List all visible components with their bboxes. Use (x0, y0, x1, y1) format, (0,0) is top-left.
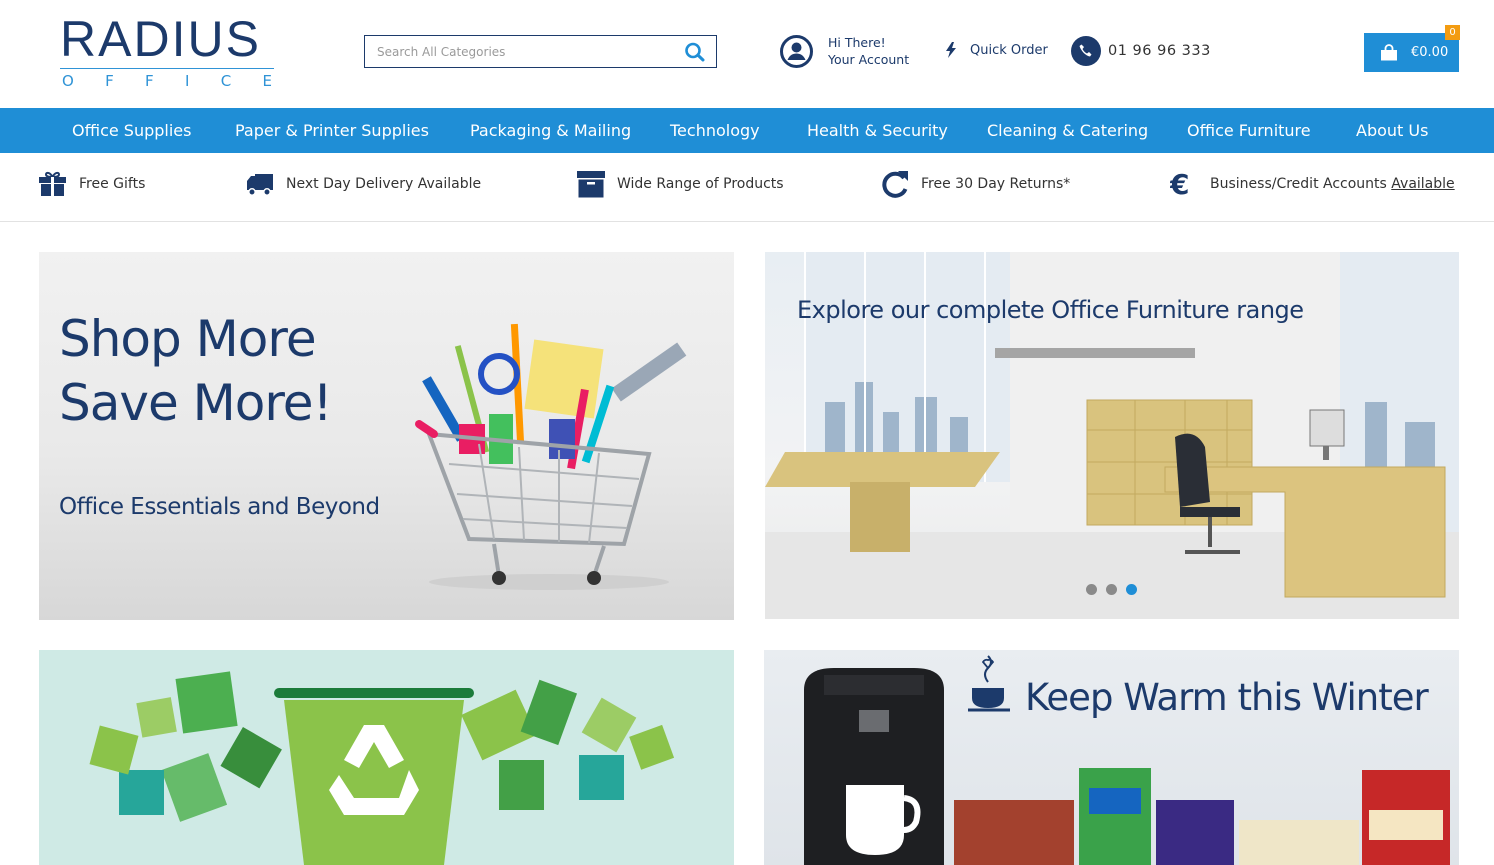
carousel-dot[interactable] (1086, 584, 1097, 595)
nav-item-technology[interactable]: Technology (670, 108, 760, 153)
user-icon (780, 34, 813, 68)
logo-letter: E (262, 72, 272, 90)
search-box (364, 35, 717, 68)
nav-item-office-furniture[interactable]: Office Furniture (1187, 108, 1311, 153)
main-nav: Office Supplies Paper & Printer Supplies… (0, 108, 1494, 153)
banner-shop-line2: Save More! (59, 374, 333, 432)
truck-icon (247, 174, 273, 196)
usp-returns-label: Free 30 Day Returns* (921, 176, 1071, 192)
quick-order-label: Quick Order (970, 42, 1048, 58)
logo-letter: F (105, 72, 114, 90)
shopping-cart-illustration (415, 323, 687, 590)
logo-divider (60, 68, 274, 69)
banner-recycling[interactable] (39, 650, 734, 865)
account-label: Your Account (828, 52, 910, 67)
logo-sub-text: O F F I C E (60, 72, 272, 90)
usp-free-gifts[interactable]: Free Gifts (38, 167, 145, 201)
usp-accounts-link[interactable]: Available (1391, 176, 1454, 192)
logo-main-text: RADIUS (60, 11, 261, 67)
nav-item-about-us[interactable]: About Us (1356, 108, 1428, 153)
account-link[interactable]: Hi There! Your Account (780, 34, 909, 68)
banner-shop-line1: Shop More (59, 310, 317, 368)
carousel-dot[interactable] (1106, 584, 1117, 595)
header: RADIUS O F F I C E Hi There! Your Accoun… (0, 0, 1494, 108)
phone-number: 01 96 96 333 (1108, 43, 1211, 59)
logo-letter: C (220, 72, 232, 90)
logo-letter: I (184, 72, 190, 90)
shopping-bag-icon (1381, 44, 1397, 61)
banner-shop-more[interactable]: Shop More Save More! Office Essentials a… (39, 252, 734, 620)
phone-icon (1071, 36, 1101, 66)
usp-delivery-label: Next Day Delivery Available (286, 176, 482, 192)
cart-total: €0.00 (1411, 45, 1449, 60)
phone-contact[interactable]: 01 96 96 333 (1071, 36, 1211, 66)
nav-item-packaging-mailing[interactable]: Packaging & Mailing (470, 108, 631, 153)
quick-order-link[interactable]: Quick Order (946, 42, 1048, 58)
usp-business-accounts: € Business/Credit Accounts Available (1170, 167, 1455, 201)
svg-text:€: € (1170, 170, 1189, 198)
account-text: Hi There! Your Account (828, 34, 909, 68)
nav-item-paper-printer[interactable]: Paper & Printer Supplies (235, 108, 429, 153)
archive-box-icon (577, 170, 605, 197)
euro-icon: € (1170, 170, 1189, 198)
usp-next-day-delivery[interactable]: Next Day Delivery Available (246, 167, 481, 201)
usp-range-label: Wide Range of Products (617, 176, 784, 192)
banner-office-furniture[interactable]: Explore our complete Office Furniture ra… (765, 252, 1459, 619)
nav-item-cleaning-catering[interactable]: Cleaning & Catering (987, 108, 1148, 153)
usp-free-gifts-label: Free Gifts (79, 176, 146, 192)
logo[interactable]: RADIUS O F F I C E (60, 14, 280, 92)
usp-wide-range[interactable]: Wide Range of Products (577, 167, 784, 201)
usp-free-returns[interactable]: Free 30 Day Returns* (881, 167, 1070, 201)
account-greeting: Hi There! (828, 35, 886, 50)
lightning-icon (946, 42, 956, 58)
banner-winter-title: Keep Warm this Winter (1025, 676, 1429, 719)
usp-bar: Free Gifts Next Day Delivery Available W… (0, 153, 1494, 222)
logo-letter: O (62, 72, 74, 90)
banner-keep-warm[interactable]: Keep Warm this Winter (764, 650, 1459, 865)
search-icon[interactable] (684, 42, 706, 62)
gift-icon (39, 171, 66, 196)
nav-item-office-supplies[interactable]: Office Supplies (72, 108, 191, 153)
banner-furniture-title: Explore our complete Office Furniture ra… (797, 296, 1304, 324)
logo-letter: F (145, 72, 154, 90)
cart-count-badge: 0 (1445, 25, 1460, 40)
refresh-icon (882, 171, 908, 198)
carousel-dots (1086, 584, 1146, 595)
cart-button[interactable]: €0.00 0 (1364, 25, 1460, 72)
recycling-bin-illustration (89, 671, 675, 865)
search-input[interactable] (365, 36, 665, 67)
banner-shop-subtitle: Office Essentials and Beyond (59, 494, 380, 520)
carousel-dot-active[interactable] (1126, 584, 1137, 595)
nav-item-health-security[interactable]: Health & Security (807, 108, 948, 153)
usp-accounts-label: Business/Credit Accounts (1210, 176, 1387, 192)
